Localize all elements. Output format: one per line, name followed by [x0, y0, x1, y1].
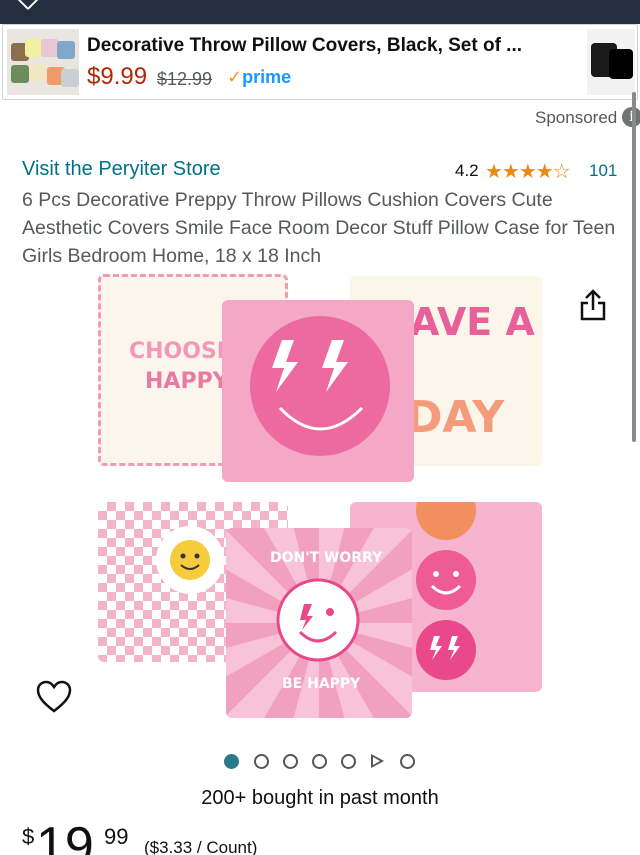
- pagination-dot-2[interactable]: [254, 754, 269, 769]
- pillow-text-have: AVE A: [410, 300, 535, 344]
- price-whole: 19: [36, 817, 94, 855]
- price-fraction: 99: [104, 824, 129, 849]
- banner-price: $9.99: [87, 63, 148, 90]
- banner-title[interactable]: Decorative Throw Pillow Covers, Black, S…: [87, 35, 522, 57]
- pagination-dot-1[interactable]: [224, 754, 239, 769]
- rating-value[interactable]: 4.2: [455, 161, 479, 181]
- heart-icon[interactable]: [36, 680, 72, 714]
- bought-past-month: 200+ bought in past month: [201, 787, 439, 809]
- pagination-dot-4[interactable]: [312, 754, 327, 769]
- pillow-text-day: DAY: [406, 392, 505, 443]
- top-navigation-bar: [0, 0, 640, 24]
- smile-lightning-icon: [250, 316, 390, 456]
- pillow-text-dont-worry: DON'T WORRY: [270, 550, 383, 566]
- pagination-dot-5[interactable]: [341, 754, 356, 769]
- pagination-dot-3[interactable]: [283, 754, 298, 769]
- video-play-icon[interactable]: [371, 754, 384, 768]
- price-per-unit: ($3.33 / Count): [144, 838, 258, 855]
- product-image-gallery[interactable]: CHOOSE HAPPY AVE A DAY DON'T WORRY BE HA…: [90, 270, 560, 730]
- pillow-text-be-happy: BE HAPPY: [282, 676, 361, 692]
- pagination-dot-7[interactable]: [400, 754, 415, 769]
- pillow-text-choose: CHOOSE: [129, 339, 232, 364]
- prime-label: prime: [242, 67, 292, 87]
- price-currency: $: [22, 824, 35, 849]
- store-link[interactable]: Visit the Peryiter Store: [22, 158, 221, 181]
- share-icon[interactable]: [578, 288, 608, 322]
- rating-count-link[interactable]: 101: [589, 161, 617, 181]
- product-title: 6 Pcs Decorative Preppy Throw Pillows Cu…: [22, 189, 616, 267]
- location-icon[interactable]: [16, 0, 40, 11]
- prime-check-icon: ✓: [227, 67, 243, 87]
- prime-badge: ✓prime: [227, 67, 291, 88]
- rating-stars-icon[interactable]: ★★★★☆: [485, 159, 571, 184]
- banner-list-price: $12.99: [157, 69, 213, 89]
- banner-secondary-image[interactable]: [587, 29, 635, 95]
- sponsored-product-banner[interactable]: Decorative Throw Pillow Covers, Black, S…: [2, 24, 638, 100]
- pillow-smile-lightning: [222, 300, 414, 482]
- pillow-dont-worry: DON'T WORRY BE HAPPY: [226, 528, 412, 718]
- info-icon[interactable]: i: [622, 107, 640, 127]
- pillow-text-happy: HAPPY: [145, 369, 229, 394]
- page-scrollbar[interactable]: [632, 92, 636, 442]
- sponsored-label: Sponsored: [535, 108, 618, 127]
- banner-product-image[interactable]: [7, 29, 79, 95]
